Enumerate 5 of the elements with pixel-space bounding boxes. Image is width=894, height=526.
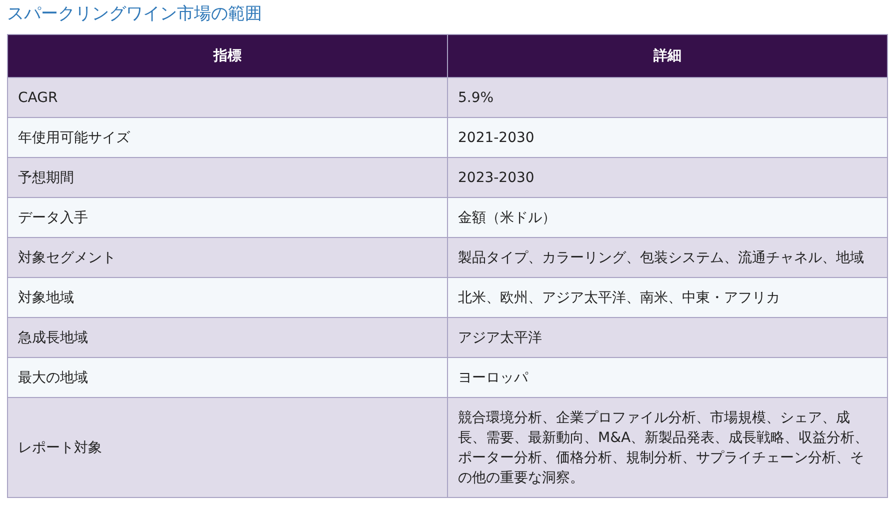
column-header: 詳細 — [448, 34, 888, 78]
table-cell: 競合環境分析、企業プロファイル分析、市場規模、シェア、成長、需要、最新動向、M&A、新製品発表、成長戦略、収益分析、ポーター分析、価格分析、規制分析、サプライチェーン分析、その他の重要な洞察。 — [448, 398, 888, 498]
table-cell: レポート対象 — [8, 398, 448, 498]
column-header: 指標 — [8, 34, 448, 78]
table-title: スパークリングワイン市場の範囲 — [7, 3, 263, 26]
